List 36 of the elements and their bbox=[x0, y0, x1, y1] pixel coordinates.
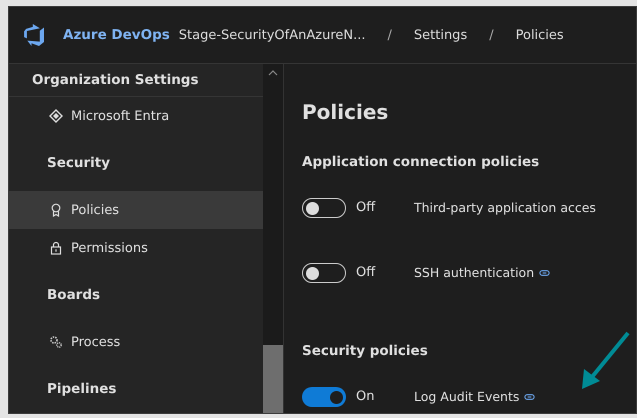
toggle-state-label: Off bbox=[356, 199, 376, 217]
lock-icon bbox=[49, 241, 63, 255]
sidebar-section-heading: Pipelines bbox=[46, 380, 118, 399]
link-icon[interactable] bbox=[539, 269, 550, 277]
breadcrumb-separator: / bbox=[489, 28, 494, 42]
toggle-state-label: On bbox=[356, 388, 376, 406]
policy-name: SSH authentication bbox=[414, 264, 534, 282]
diamond-icon bbox=[49, 109, 63, 123]
product-name[interactable]: Azure DevOps bbox=[63, 27, 170, 43]
sidebar-item[interactable]: Policies bbox=[9, 191, 263, 229]
toggle-switch[interactable] bbox=[302, 387, 346, 407]
toggle-switch[interactable] bbox=[302, 263, 346, 283]
breadcrumb-separator: / bbox=[388, 28, 392, 42]
breadcrumb-link[interactable]: Stage-SecurityOfAnAzureN... bbox=[178, 28, 366, 42]
sidebar-item[interactable]: Process bbox=[9, 323, 263, 361]
sidebar-item[interactable]: Microsoft Entra bbox=[9, 97, 263, 135]
section-heading: Security policies bbox=[302, 343, 428, 361]
toggle-state-label: Off bbox=[356, 264, 376, 282]
scrollbar-thumb[interactable] bbox=[263, 345, 283, 413]
scroll-up-icon[interactable] bbox=[268, 70, 278, 76]
devops-logo-icon[interactable] bbox=[23, 23, 47, 47]
sidebar-section-heading: Boards bbox=[46, 286, 102, 305]
link-icon[interactable] bbox=[524, 393, 536, 401]
page-title: Policies bbox=[302, 100, 390, 126]
scrollbar[interactable] bbox=[263, 64, 284, 413]
section-heading: Application connection policies bbox=[302, 154, 540, 172]
gears-icon bbox=[49, 335, 63, 349]
breadcrumb-link[interactable]: Policies bbox=[516, 28, 564, 42]
sidebar-item[interactable]: Permissions bbox=[9, 229, 263, 267]
sidebar-section-heading: Security bbox=[46, 154, 112, 173]
toggle-switch[interactable] bbox=[302, 198, 346, 218]
policy-name: Log Audit Events bbox=[414, 388, 520, 406]
annotation-arrow bbox=[580, 331, 630, 391]
policy-name: Third-party application acces bbox=[414, 199, 596, 217]
ribbon-icon bbox=[49, 203, 63, 217]
breadcrumb-link[interactable]: Settings bbox=[414, 28, 468, 42]
